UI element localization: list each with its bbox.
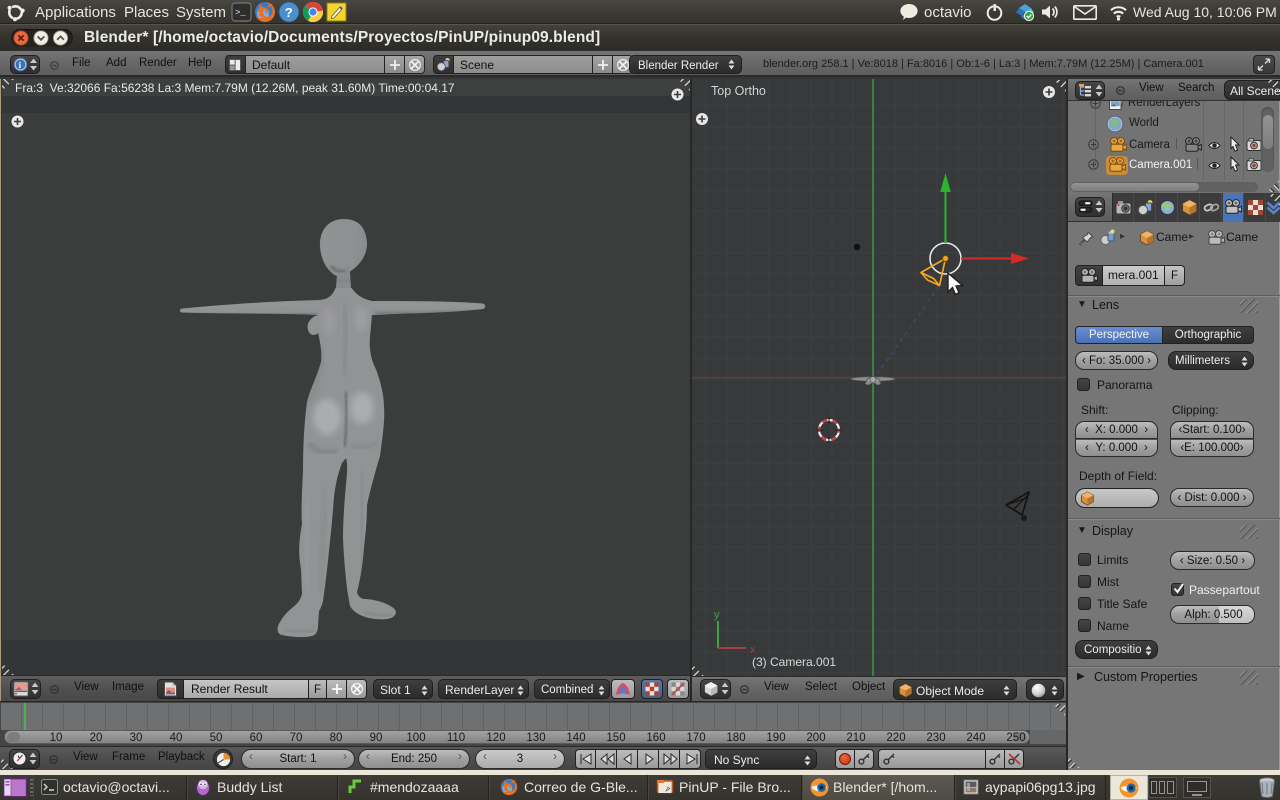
svg-text:y: y [714,609,720,621]
svg-text:?: ? [285,5,293,20]
svg-text:Top Ortho: Top Ortho [711,84,766,98]
svg-text:(3) Camera.001: (3) Camera.001 [752,655,836,669]
svg-text:>_: >_ [235,8,246,18]
